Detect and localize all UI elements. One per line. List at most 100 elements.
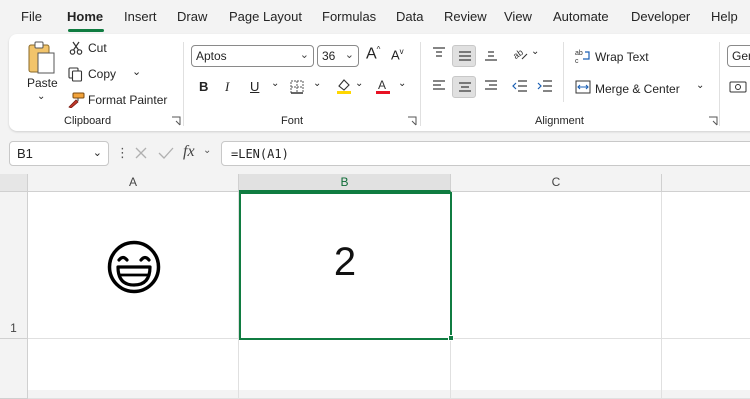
formula-input[interactable]: =LEN(A1)	[221, 141, 750, 166]
cell-c2[interactable]	[451, 339, 662, 399]
font-dialog-launcher-icon[interactable]	[407, 116, 417, 126]
font-size-chevron-icon: ⌄	[344, 49, 354, 61]
merge-center-button[interactable]: Merge & Center	[595, 82, 680, 96]
grinning-face-emoji-icon	[107, 240, 161, 294]
alignment-dialog-launcher-icon[interactable]	[708, 116, 718, 126]
italic-button[interactable]: I	[225, 79, 229, 95]
increase-font-size-icon[interactable]: A^	[366, 45, 380, 63]
tab-developer[interactable]: Developer	[631, 9, 690, 24]
clipboard-group-label: Clipboard	[64, 115, 112, 127]
fill-color-icon[interactable]	[335, 77, 353, 95]
bottom-align-icon[interactable]	[484, 49, 498, 61]
format-painter-button[interactable]: Format Painter	[88, 93, 167, 107]
more-options-icon[interactable]: ⋮	[116, 145, 129, 161]
fill-color-chevron-icon[interactable]: ⌄	[355, 78, 363, 89]
copy-dropdown-chevron-icon[interactable]: ⌄	[132, 65, 141, 78]
cell-d2[interactable]	[662, 339, 750, 399]
cell-a1-value: 😄	[28, 192, 239, 339]
group-divider	[420, 42, 421, 126]
wrap-text-icon[interactable]: ab c	[575, 48, 591, 64]
cell-d1[interactable]	[662, 192, 750, 339]
underline-chevron-icon[interactable]: ⌄	[271, 78, 279, 89]
decrease-font-size-icon[interactable]: Av	[391, 47, 404, 62]
ribbon: Paste ⌄ Cut Copy ⌄ Format Painter Clipbo…	[9, 34, 750, 131]
tab-review[interactable]: Review	[444, 9, 487, 24]
copy-button[interactable]: Copy	[88, 67, 116, 81]
column-header-d[interactable]	[662, 174, 750, 192]
number-format-select[interactable]: Gen	[727, 45, 750, 67]
svg-text:c: c	[575, 58, 579, 64]
merge-center-icon[interactable]	[575, 80, 591, 94]
tab-draw[interactable]: Draw	[177, 9, 207, 24]
tab-data[interactable]: Data	[396, 9, 423, 24]
insert-function-button[interactable]: fx	[183, 143, 195, 161]
increase-indent-icon[interactable]	[537, 80, 553, 92]
name-box-chevron-icon: ⌄	[92, 147, 102, 159]
cancel-icon[interactable]	[134, 146, 148, 160]
paste-button[interactable]: Paste	[27, 76, 58, 90]
underline-button[interactable]: U	[250, 79, 259, 94]
top-align-icon[interactable]	[432, 47, 446, 59]
active-cell-border	[239, 192, 452, 340]
clipboard-dialog-launcher-icon[interactable]	[171, 116, 181, 126]
column-header-b[interactable]: B	[239, 174, 451, 192]
borders-icon[interactable]	[290, 80, 304, 94]
merge-center-chevron-icon[interactable]: ⌄	[696, 80, 704, 91]
bold-button[interactable]: B	[199, 79, 208, 94]
group-divider	[563, 42, 564, 102]
group-divider	[719, 42, 720, 126]
insert-function-chevron-icon[interactable]: ⌄	[203, 145, 211, 156]
row-header-1[interactable]: 1	[0, 192, 28, 339]
group-divider	[183, 42, 184, 126]
enter-icon[interactable]	[158, 146, 174, 160]
cell-c1[interactable]	[451, 192, 662, 339]
middle-align-icon	[459, 51, 471, 61]
tab-insert[interactable]: Insert	[124, 9, 157, 24]
cut-icon[interactable]	[69, 41, 83, 55]
tab-help[interactable]: Help	[711, 9, 738, 24]
active-tab-indicator	[68, 29, 104, 32]
align-left-icon[interactable]	[432, 80, 446, 92]
font-group-label: Font	[281, 115, 304, 127]
menu-bar: File Home Insert Draw Page Layout Formul…	[0, 0, 750, 33]
column-header-c[interactable]: C	[451, 174, 662, 192]
tab-file[interactable]: File	[21, 9, 42, 24]
accounting-format-icon[interactable]	[729, 80, 747, 94]
align-center-icon	[459, 82, 471, 92]
font-name-chevron-icon: ⌄	[299, 49, 309, 61]
tab-formulas[interactable]: Formulas	[322, 9, 376, 24]
orientation-icon[interactable]: ab	[512, 46, 528, 62]
fill-handle[interactable]	[448, 335, 454, 341]
paste-dropdown-chevron-icon[interactable]: ⌄	[37, 91, 45, 102]
font-name-select[interactable]: Aptos ⌄	[191, 45, 314, 67]
tab-automate[interactable]: Automate	[553, 9, 609, 24]
copy-icon[interactable]	[68, 67, 83, 82]
middle-align-button[interactable]	[452, 45, 476, 67]
row-header-2[interactable]	[0, 339, 28, 399]
align-center-button[interactable]	[452, 76, 476, 98]
select-all-corner[interactable]	[0, 174, 28, 192]
worksheet-grid: A B C 1 😄 2	[0, 174, 750, 399]
decrease-indent-icon[interactable]	[512, 80, 528, 92]
tab-view[interactable]: View	[504, 9, 532, 24]
borders-chevron-icon[interactable]: ⌄	[313, 78, 321, 89]
alignment-group-label: Alignment	[535, 115, 584, 127]
name-box[interactable]: B1 ⌄	[9, 141, 109, 166]
font-color-chevron-icon[interactable]: ⌄	[398, 78, 406, 89]
orientation-chevron-icon[interactable]: ⌄	[531, 46, 539, 57]
cell-b2[interactable]	[239, 339, 451, 399]
font-size-select[interactable]: 36 ⌄	[317, 45, 359, 67]
tab-home[interactable]: Home	[67, 9, 103, 24]
cut-button[interactable]: Cut	[88, 41, 107, 55]
paste-icon[interactable]	[26, 40, 58, 76]
svg-text:ab: ab	[575, 50, 583, 57]
font-color-icon[interactable]: A	[375, 77, 391, 95]
align-right-icon[interactable]	[484, 80, 498, 92]
tab-page-layout[interactable]: Page Layout	[229, 9, 302, 24]
format-painter-icon[interactable]	[67, 92, 85, 108]
svg-text:A: A	[378, 78, 386, 92]
cell-a2[interactable]	[28, 339, 239, 399]
wrap-text-button[interactable]: Wrap Text	[595, 50, 649, 64]
svg-text:ab: ab	[512, 47, 525, 61]
column-header-a[interactable]: A	[28, 174, 239, 192]
